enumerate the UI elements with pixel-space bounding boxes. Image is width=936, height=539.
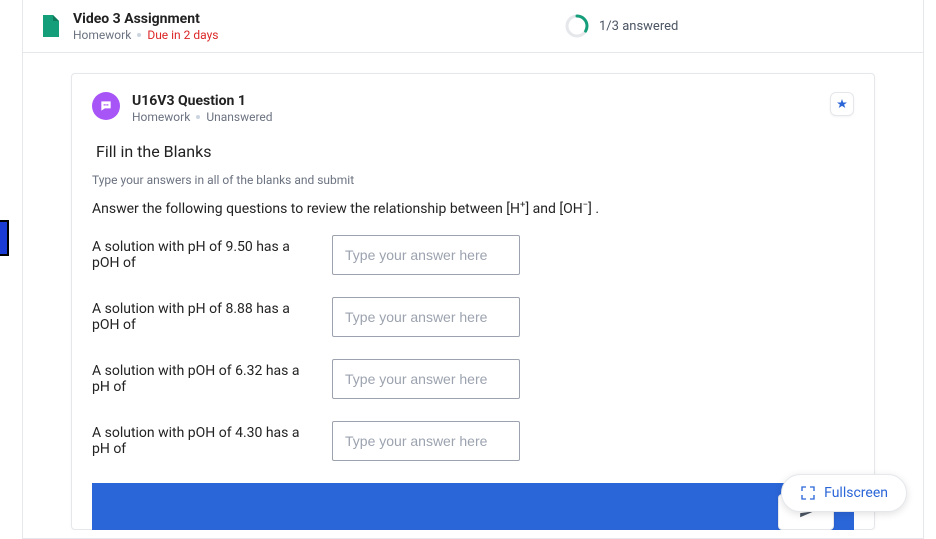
blank-row: A solution with pH of 9.50 has a pOH of bbox=[92, 235, 854, 275]
intro-suffix: ] . bbox=[588, 201, 599, 217]
intro-h: H bbox=[510, 201, 520, 217]
question-type-label: Homework bbox=[132, 110, 190, 124]
question-meta: Homework Unanswered bbox=[132, 110, 854, 124]
section-heading: Fill in the Blanks bbox=[92, 142, 854, 161]
question-title-block: U16V3 Question 1 Homework Unanswered bbox=[132, 92, 854, 124]
intro-prefix: Answer the following questions to review… bbox=[92, 201, 510, 217]
assignment-title: Video 3 Assignment bbox=[73, 10, 565, 28]
progress-area: 1/3 answered bbox=[565, 14, 905, 38]
assignment-title-block: Video 3 Assignment Homework Due in 2 day… bbox=[73, 10, 565, 42]
blank-label: A solution with pOH of 4.30 has a pH of bbox=[92, 425, 320, 457]
content-area: U16V3 Question 1 Homework Unanswered Fil… bbox=[23, 53, 923, 530]
assignment-due-label: Due in 2 days bbox=[147, 28, 218, 42]
blank-row: A solution with pH of 8.88 has a pOH of bbox=[92, 297, 854, 337]
blank-input[interactable] bbox=[332, 235, 520, 275]
fullscreen-button[interactable]: Fullscreen bbox=[781, 474, 907, 512]
blank-label: A solution with pOH of 6.32 has a pH of bbox=[92, 363, 320, 395]
intro-h-species: H+ bbox=[510, 201, 525, 217]
blank-label: A solution with pH of 9.50 has a pOH of bbox=[92, 239, 320, 271]
progress-label: 1/3 answered bbox=[599, 19, 678, 34]
fullscreen-icon bbox=[800, 485, 816, 501]
blank-input[interactable] bbox=[332, 297, 520, 337]
meta-dot-icon bbox=[137, 33, 141, 37]
assignment-container: Video 3 Assignment Homework Due in 2 day… bbox=[22, 0, 924, 539]
submit-bar bbox=[92, 483, 854, 530]
question-card: U16V3 Question 1 Homework Unanswered Fil… bbox=[71, 73, 875, 530]
blank-label: A solution with pH of 8.88 has a pOH of bbox=[92, 301, 320, 333]
meta-dot-icon bbox=[196, 115, 200, 119]
star-icon bbox=[836, 98, 848, 110]
fullscreen-label: Fullscreen bbox=[824, 485, 888, 501]
star-button[interactable] bbox=[830, 92, 854, 116]
blank-input[interactable] bbox=[332, 421, 520, 461]
assignment-header-bar: Video 3 Assignment Homework Due in 2 day… bbox=[23, 0, 923, 53]
document-icon bbox=[41, 15, 59, 37]
question-intro: Answer the following questions to review… bbox=[92, 201, 854, 217]
left-edge-tab[interactable] bbox=[0, 220, 9, 256]
blank-row: A solution with pOH of 6.32 has a pH of bbox=[92, 359, 854, 399]
blank-input[interactable] bbox=[332, 359, 520, 399]
chat-bubble-icon bbox=[92, 92, 120, 120]
assignment-type-label: Homework bbox=[73, 28, 131, 42]
blank-row: A solution with pOH of 4.30 has a pH of bbox=[92, 421, 854, 461]
progress-ring-icon bbox=[565, 14, 589, 38]
question-title: U16V3 Question 1 bbox=[132, 92, 854, 110]
hint-text: Type your answers in all of the blanks a… bbox=[92, 173, 854, 187]
intro-oh: OH bbox=[563, 201, 583, 217]
question-header: U16V3 Question 1 Homework Unanswered bbox=[72, 74, 874, 134]
intro-mid: ] and [ bbox=[525, 201, 563, 217]
question-status-label: Unanswered bbox=[206, 110, 272, 124]
question-body: Fill in the Blanks Type your answers in … bbox=[72, 134, 874, 530]
assignment-meta: Homework Due in 2 days bbox=[73, 28, 565, 42]
intro-oh-species: OH− bbox=[563, 201, 588, 217]
